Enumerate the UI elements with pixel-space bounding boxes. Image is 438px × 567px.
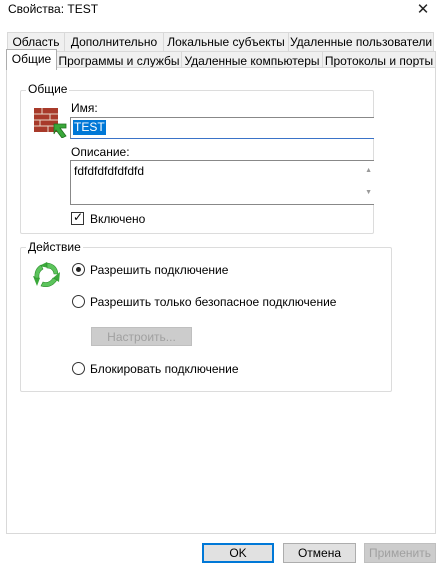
description-label: Описание: [71,145,130,159]
tab-remote-users[interactable]: Удаленные пользователи [288,32,434,51]
description-textarea[interactable]: fdfdfdfdfdfdfd ▲ ▼ [70,160,374,205]
close-button[interactable]: ✕ [408,0,438,22]
recycle-arrows-icon [33,262,60,288]
tab-local-principals[interactable]: Локальные субъекты [163,32,289,51]
action-group-legend: Действие [26,240,83,254]
name-input[interactable]: TEST [70,117,374,139]
radio-allow-secure-label: Разрешить только безопасное подключение [90,295,337,309]
radio-block-label: Блокировать подключение [90,362,239,376]
check-icon: ✓ [73,210,84,224]
ok-button[interactable]: OK [202,543,274,563]
scroll-up-icon[interactable]: ▲ [365,167,372,174]
apply-button[interactable]: Применить [364,543,436,563]
radio-selected-dot [76,267,81,272]
tab-general[interactable]: Общие [6,49,57,70]
name-input-value: TEST [73,120,106,135]
description-value: fdfdfdfdfdfdfd [74,164,145,178]
radio-allow-secure[interactable] [72,295,85,308]
scroll-down-icon[interactable]: ▼ [365,189,372,196]
tab-advanced[interactable]: Дополнительно [64,32,164,51]
window-title: Свойства: TEST [8,2,99,16]
firewall-rule-icon [34,108,67,138]
enabled-label: Включено [90,212,146,226]
configure-button[interactable]: Настроить... [91,327,192,346]
radio-allow[interactable] [72,263,85,276]
general-group-legend: Общие [26,82,70,96]
cancel-button[interactable]: Отмена [283,543,356,563]
radio-block[interactable] [72,362,85,375]
name-label: Имя: [71,101,98,115]
radio-allow-label: Разрешить подключение [90,263,229,277]
close-icon: ✕ [416,1,430,18]
enabled-checkbox[interactable]: ✓ [71,210,84,225]
